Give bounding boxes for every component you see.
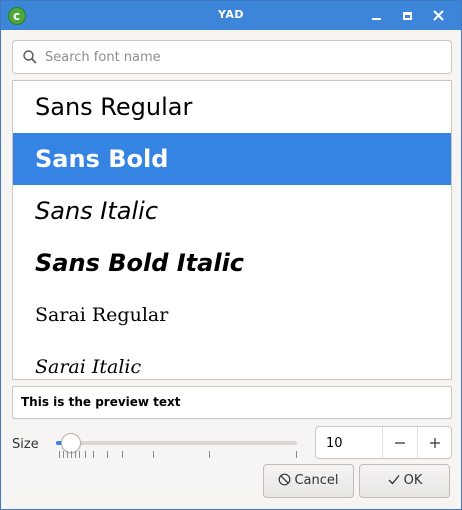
plus-icon xyxy=(429,438,440,448)
font-item-sans-bold-italic[interactable]: Sans Bold Italic xyxy=(13,237,451,289)
slider-tick xyxy=(75,451,76,458)
maximize-button[interactable] xyxy=(398,6,418,26)
preview-text-field[interactable]: This is the preview text xyxy=(12,386,452,419)
font-item-sarai-regular[interactable]: Sarai Regular xyxy=(13,289,451,341)
minimize-button[interactable] xyxy=(367,6,387,26)
size-slider[interactable] xyxy=(56,429,300,459)
window-title: YAD xyxy=(217,8,245,21)
checkmark-icon xyxy=(388,474,400,484)
slider-tick xyxy=(85,451,86,458)
slider-tick xyxy=(153,451,154,458)
font-item-sans-regular[interactable]: Sans Regular xyxy=(13,81,451,133)
slider-thumb[interactable] xyxy=(61,433,81,453)
title-bar[interactable]: c YAD xyxy=(1,1,461,30)
slider-tick xyxy=(93,451,94,458)
cancel-icon xyxy=(279,473,291,485)
slider-tick xyxy=(296,451,297,458)
slider-trough xyxy=(56,441,297,445)
decrease-size-button[interactable] xyxy=(382,427,416,458)
size-label: Size xyxy=(12,437,39,452)
cancel-label: Cancel xyxy=(294,473,339,488)
slider-tick xyxy=(59,451,60,458)
slider-tick xyxy=(209,451,210,458)
yad-window: c YAD Sans Regular Sans Bold Sans Italic… xyxy=(0,0,462,510)
search-icon xyxy=(23,50,37,64)
close-icon xyxy=(433,10,444,21)
maximize-icon xyxy=(403,12,412,20)
slider-tick xyxy=(71,451,72,458)
slider-tick xyxy=(79,451,80,458)
font-item-sarai-italic[interactable]: Sarai Italic xyxy=(13,341,451,379)
font-item-sans-bold[interactable]: Sans Bold xyxy=(13,133,451,185)
font-list[interactable]: Sans Regular Sans Bold Sans Italic Sans … xyxy=(12,80,452,380)
slider-tick xyxy=(67,451,68,458)
search-input[interactable] xyxy=(43,46,443,68)
ok-button[interactable]: OK xyxy=(359,464,450,498)
minimize-icon xyxy=(372,18,381,20)
ok-label: OK xyxy=(403,473,423,488)
slider-tick xyxy=(122,451,123,458)
minus-icon xyxy=(394,442,405,444)
search-field[interactable] xyxy=(12,40,452,74)
size-spinbutton[interactable] xyxy=(315,426,452,459)
slider-tick xyxy=(107,451,108,458)
close-button[interactable] xyxy=(429,6,449,26)
increase-size-button[interactable] xyxy=(417,427,451,458)
slider-tick xyxy=(63,451,64,458)
size-input[interactable] xyxy=(324,432,379,454)
font-item-sans-italic[interactable]: Sans Italic xyxy=(13,185,451,237)
cancel-button[interactable]: Cancel xyxy=(263,464,354,498)
